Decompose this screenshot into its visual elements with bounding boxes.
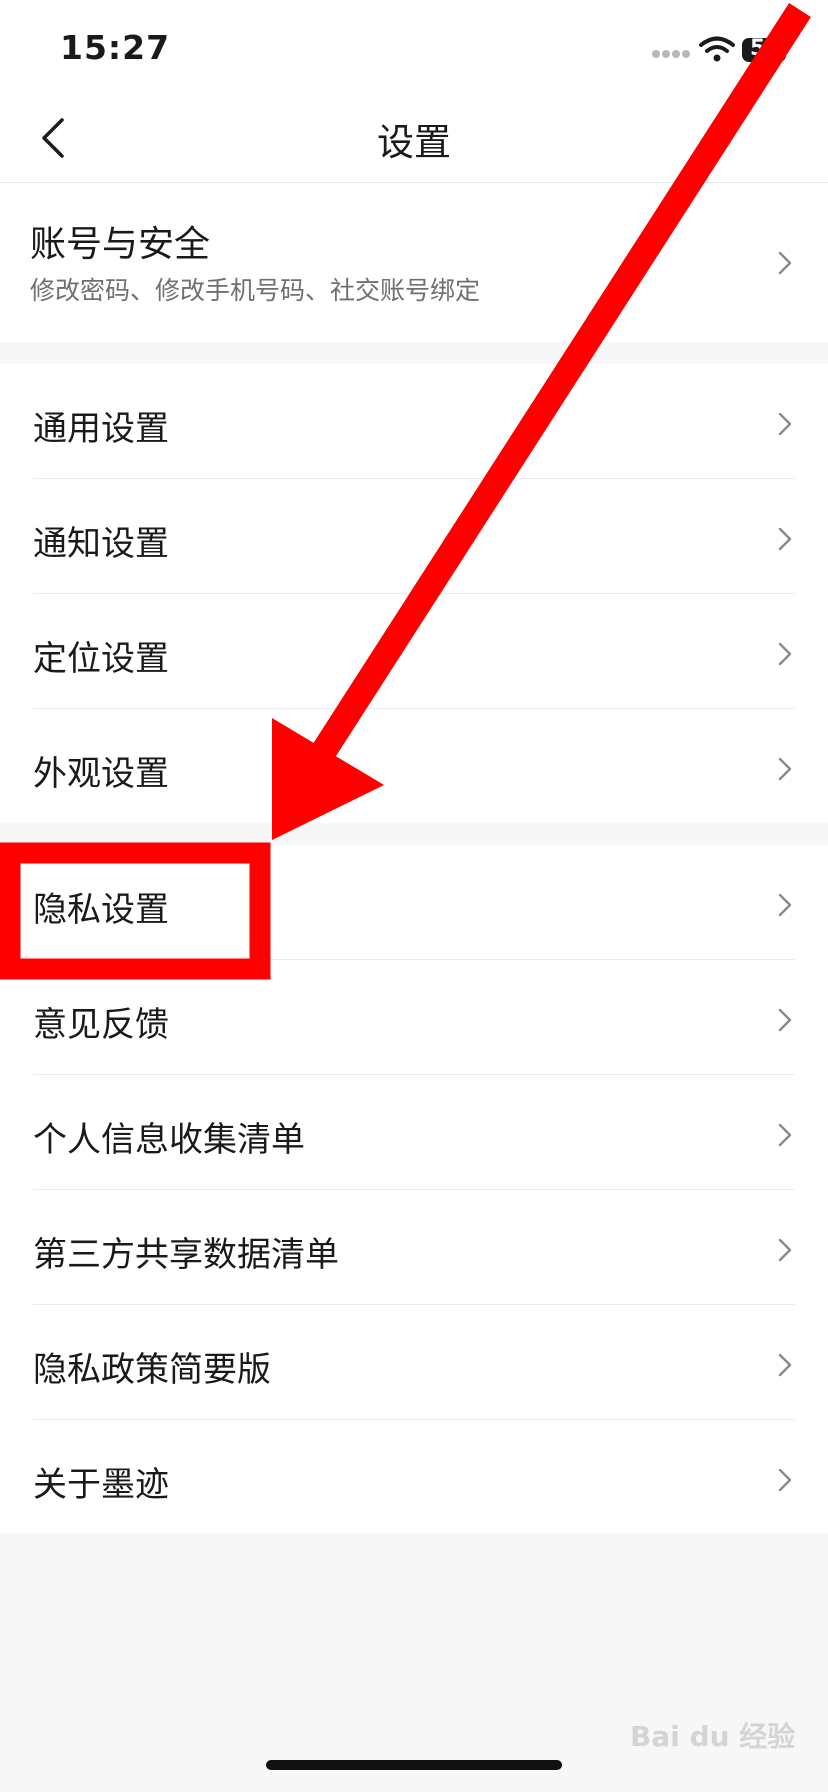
- settings-group: 通用设置 通知设置 定位设置 外观设置: [0, 364, 828, 823]
- menu-item-label: 外观设置: [33, 754, 169, 794]
- menu-item-feedback[interactable]: 意见反馈: [0, 960, 828, 1075]
- account-group: 账号与安全 修改密码、修改手机号码、社交账号绑定: [0, 183, 828, 342]
- chevron-right-icon: [778, 412, 792, 436]
- navigation-bar: 设置: [0, 94, 828, 183]
- menu-item-label: 第三方共享数据清单: [33, 1235, 339, 1275]
- chevron-right-icon: [778, 642, 792, 666]
- menu-item-label: 通知设置: [33, 524, 169, 564]
- menu-item-label: 通用设置: [33, 409, 169, 449]
- menu-item-notification-settings[interactable]: 通知设置: [0, 479, 828, 594]
- chevron-right-icon: [778, 1353, 792, 1377]
- wifi-icon: [699, 36, 735, 62]
- status-bar: 15:27 5: [0, 0, 828, 94]
- privacy-group: 隐私设置 意见反馈 个人信息收集清单 第三方共享数据清单 隐私政策简要版 关于墨…: [0, 845, 828, 1533]
- menu-item-third-party-data-list[interactable]: 第三方共享数据清单: [0, 1190, 828, 1305]
- account-security-item[interactable]: 账号与安全 修改密码、修改手机号码、社交账号绑定: [0, 183, 828, 342]
- menu-item-location-settings[interactable]: 定位设置: [0, 594, 828, 709]
- cellular-signal-icon: [652, 50, 692, 60]
- chevron-right-icon: [778, 1123, 792, 1147]
- chevron-right-icon: [778, 1468, 792, 1492]
- menu-item-personal-info-list[interactable]: 个人信息收集清单: [0, 1075, 828, 1190]
- chevron-right-icon: [778, 527, 792, 551]
- menu-item-label: 关于墨迹: [33, 1465, 169, 1505]
- menu-item-about[interactable]: 关于墨迹: [0, 1420, 828, 1535]
- menu-item-privacy-policy-summary[interactable]: 隐私政策简要版: [0, 1305, 828, 1420]
- chevron-right-icon: [778, 757, 792, 781]
- menu-item-label: 个人信息收集清单: [33, 1120, 305, 1160]
- menu-item-label: 隐私设置: [33, 890, 169, 930]
- watermark: Bai du 经验: [630, 1720, 796, 1753]
- battery-icon: 5: [742, 36, 786, 62]
- chevron-right-icon: [778, 893, 792, 917]
- menu-item-general-settings[interactable]: 通用设置: [0, 364, 828, 479]
- account-security-subtitle: 修改密码、修改手机号码、社交账号绑定: [30, 276, 481, 305]
- menu-item-appearance-settings[interactable]: 外观设置: [0, 709, 828, 824]
- menu-item-label: 意见反馈: [33, 1005, 169, 1045]
- battery-level: 5: [750, 36, 766, 61]
- account-security-label: 账号与安全: [30, 224, 211, 265]
- chevron-right-icon: [778, 1008, 792, 1032]
- menu-item-label: 隐私政策简要版: [33, 1350, 271, 1390]
- page-title: 设置: [377, 121, 451, 164]
- menu-item-label: 定位设置: [33, 639, 169, 679]
- status-time: 15:27: [60, 28, 171, 67]
- home-indicator[interactable]: [266, 1760, 562, 1770]
- menu-item-privacy-settings[interactable]: 隐私设置: [0, 845, 828, 960]
- chevron-right-icon: [778, 1238, 792, 1262]
- chevron-right-icon: [778, 251, 792, 275]
